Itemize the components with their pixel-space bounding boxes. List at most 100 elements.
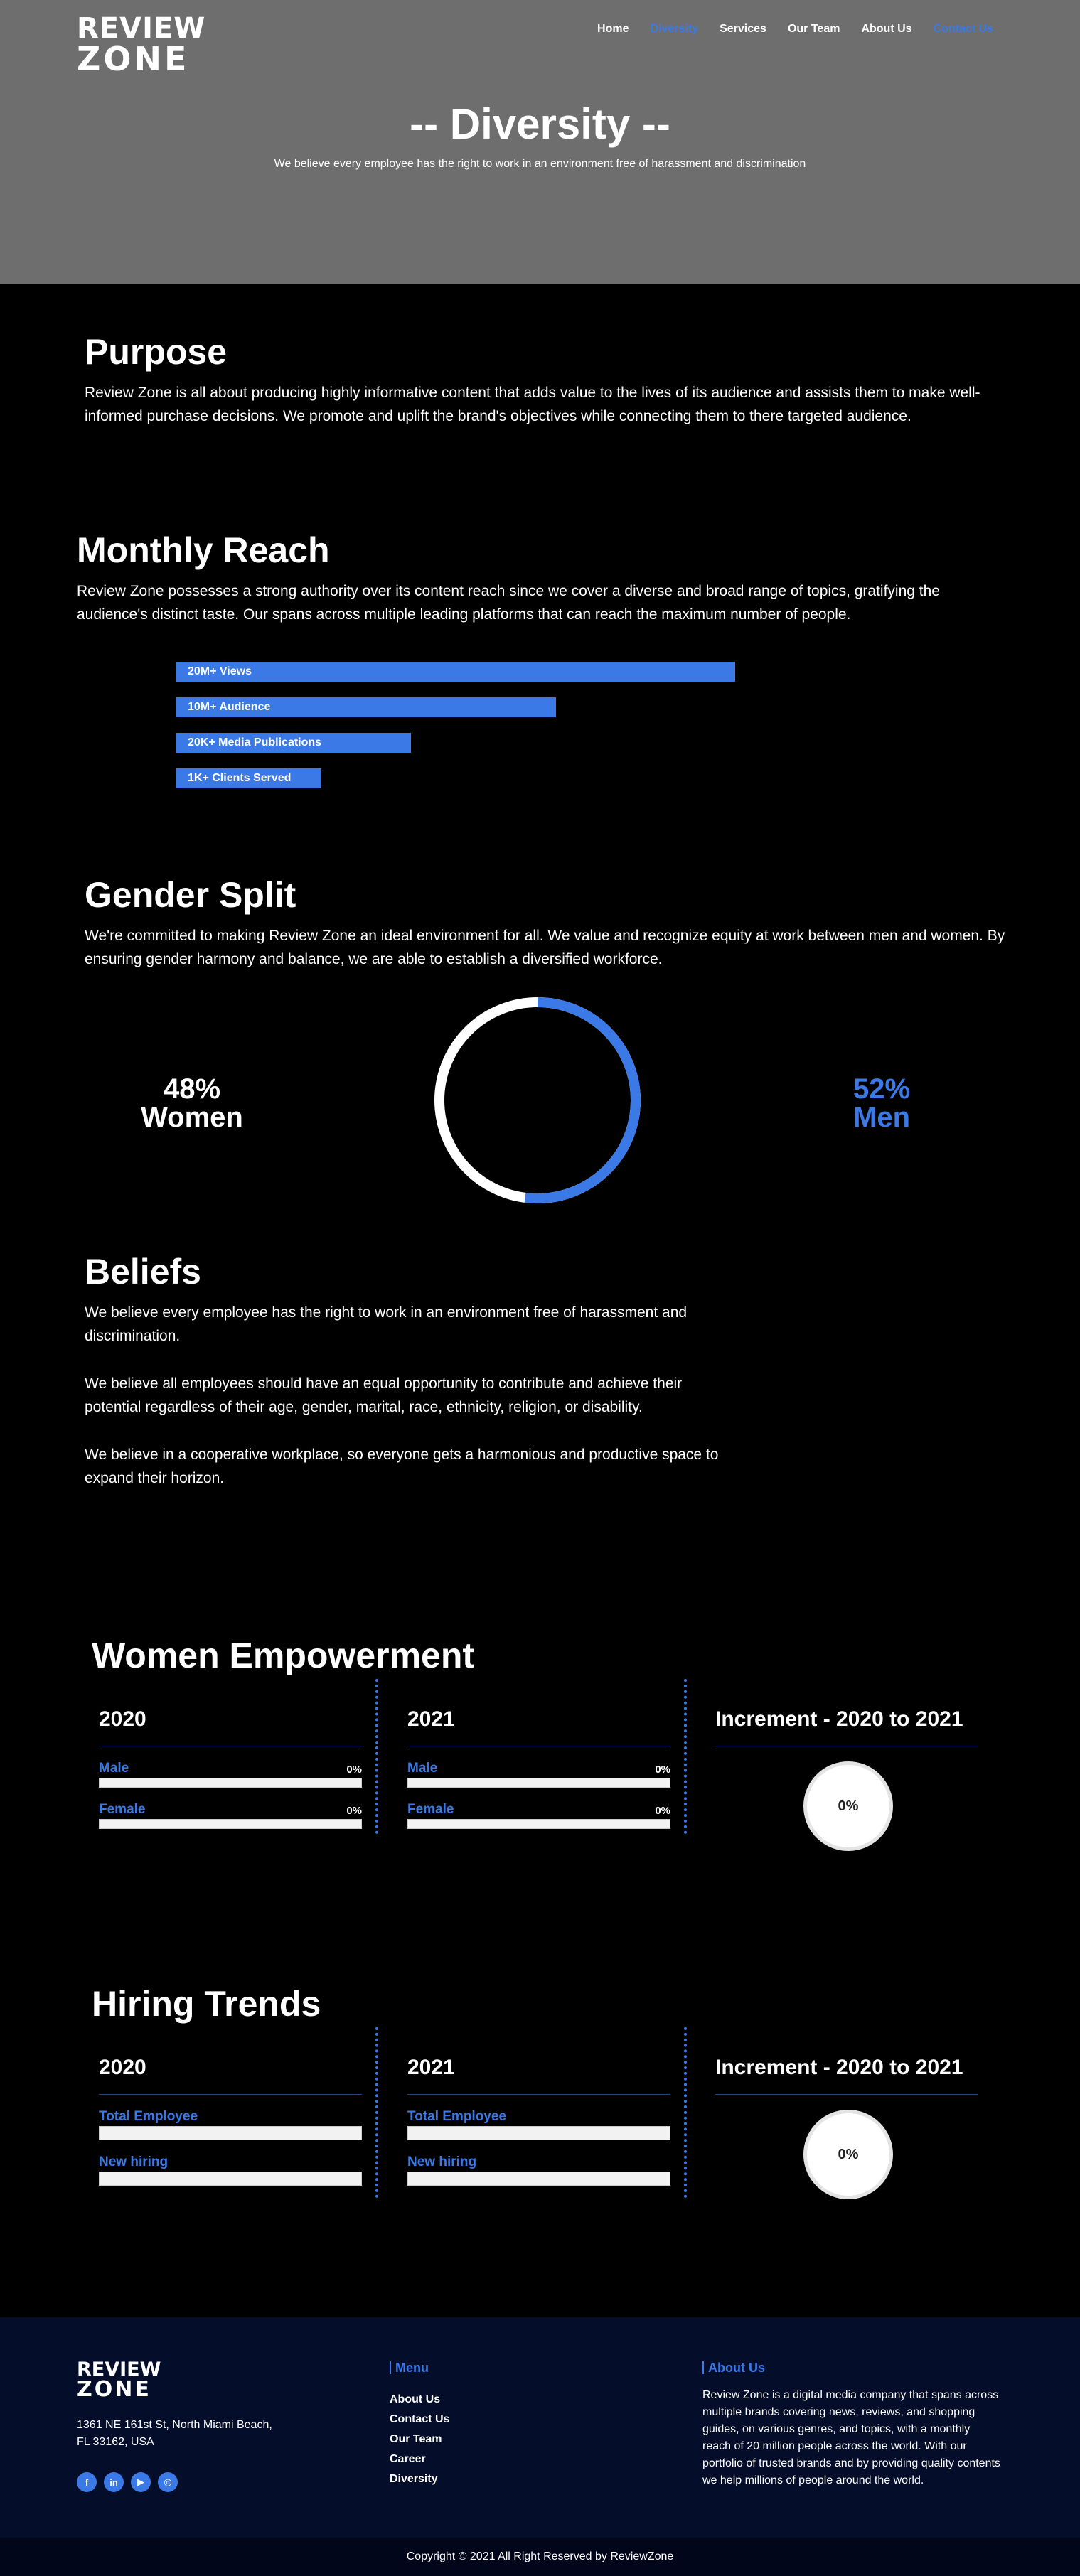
- empowerment-year-2021: 2021: [407, 1707, 670, 1746]
- reach-title: Monthly Reach: [77, 530, 330, 570]
- new-hiring-bar-2021: [407, 2172, 670, 2186]
- nav-diversity[interactable]: Diversity: [651, 23, 699, 36]
- female-label-2021: Female 0%: [407, 1802, 670, 1817]
- footer-link-contact-us[interactable]: Contact Us: [390, 2410, 449, 2430]
- men-percent: 52%: [852, 1073, 911, 1105]
- footer-logo-line2: ZONE: [77, 2377, 151, 2402]
- new-hiring-label-2021: New hiring: [407, 2154, 477, 2169]
- nav-home[interactable]: Home: [597, 23, 629, 36]
- hiring-year-2021: 2021: [407, 2056, 670, 2095]
- female-progress-2020: [99, 1819, 362, 1829]
- linkedin-icon[interactable]: in: [104, 2472, 124, 2492]
- female-progress-2021: [407, 1819, 670, 1829]
- hiring-year-2020: 2020: [99, 2056, 362, 2095]
- purpose-title: Purpose: [85, 332, 228, 372]
- footer-menu: About Us Contact Us Our Team Career Dive…: [390, 2390, 449, 2489]
- male-progress-2020: [99, 1778, 362, 1788]
- youtube-icon[interactable]: ▶: [131, 2472, 151, 2492]
- male-progress-2021: [407, 1778, 670, 1788]
- purpose-text: Review Zone is all about producing highl…: [85, 385, 980, 424]
- nav-contact-us[interactable]: Contact Us: [934, 23, 993, 36]
- main-nav: Home Diversity Services Our Team About U…: [576, 23, 993, 36]
- facebook-icon[interactable]: f: [77, 2472, 97, 2492]
- hiring-title: Hiring Trends: [92, 1984, 321, 2024]
- gender-title: Gender Split: [85, 875, 296, 915]
- column-divider: [684, 2027, 687, 2198]
- belief-item: We believe all employees should have an …: [85, 1375, 683, 1415]
- reach-bar-views: 20M+ Views: [176, 662, 735, 682]
- total-employee-bar-2021: [407, 2126, 670, 2140]
- male-pct-2020: 0%: [346, 1764, 362, 1776]
- male-label-2021: Male 0%: [407, 1761, 670, 1776]
- footer-about-text: Review Zone is a digital media company t…: [702, 2389, 1000, 2486]
- footer-link-our-team[interactable]: Our Team: [390, 2430, 449, 2449]
- hiring-increment-title: Increment - 2020 to 2021: [715, 2056, 978, 2095]
- hiring-increment: Increment - 2020 to 2021: [715, 2056, 978, 2095]
- instagram-icon[interactable]: ◎: [158, 2472, 178, 2492]
- hero-section: REVIEW ZONE Home Diversity Services Our …: [0, 0, 1080, 284]
- women-stat: 48% Women: [128, 1075, 256, 1132]
- hiring-trends-section: Hiring Trends 2020 Total Employee New hi…: [0, 1969, 1080, 2317]
- nav-our-team[interactable]: Our Team: [788, 23, 840, 36]
- column-divider: [375, 1679, 378, 1834]
- total-employee-bar-2020: [99, 2126, 362, 2140]
- men-stat: 52% Men: [818, 1075, 946, 1132]
- empowerment-col-2020: 2020 Male 0% Female 0%: [99, 1707, 362, 1829]
- reach-bar-clients: 1K+ Clients Served: [176, 768, 322, 788]
- male-label-2020: Male 0%: [99, 1761, 362, 1776]
- new-hiring-bar-2020: [99, 2172, 362, 2186]
- belief-item: We believe every employee has the right …: [85, 1304, 688, 1344]
- empowerment-increment: Increment - 2020 to 2021: [715, 1707, 978, 1746]
- footer-about-title: About Us: [702, 2361, 765, 2374]
- footer-address: 1361 NE 161st St, North Miami Beach, FL …: [77, 2419, 272, 2448]
- footer-link-about-us[interactable]: About Us: [390, 2390, 449, 2410]
- column-divider: [375, 2027, 378, 2198]
- nav-services[interactable]: Services: [720, 23, 766, 36]
- logo-line1: REVIEW: [77, 12, 206, 45]
- women-empowerment-section: Women Empowerment 2020 Male 0% Female 0% 2…: [0, 1621, 1080, 1969]
- reach-bars: 20M+ Views 10M+ Audience 20K+ Media Publ…: [176, 662, 735, 804]
- hiring-col-2020: 2020 Total Employee New hiring: [99, 2056, 362, 2186]
- logo-line2: ZONE: [77, 40, 190, 78]
- hiring-col-2021: 2021 Total Employee New hiring: [407, 2056, 670, 2186]
- total-employee-label-2020: Total Employee: [99, 2109, 198, 2124]
- footer: REVIEW ZONE 1361 NE 161st St, North Miam…: [0, 2317, 1080, 2538]
- empowerment-title: Women Empowerment: [92, 1636, 475, 1675]
- empowerment-increment-circle: 0%: [803, 1761, 893, 1851]
- reach-bar-audience: 10M+ Audience: [176, 697, 557, 717]
- page-title: -- Diversity --: [410, 100, 670, 148]
- women-label: Women: [141, 1102, 243, 1133]
- total-employee-label-2021: Total Employee: [407, 2109, 507, 2124]
- women-percent: 48%: [163, 1073, 221, 1105]
- female-pct-2021: 0%: [655, 1805, 670, 1817]
- monthly-reach-section: Monthly Reach Review Zone possesses a st…: [0, 498, 1080, 853]
- empowerment-year-2020: 2020: [99, 1707, 362, 1746]
- female-label-2020: Female 0%: [99, 1802, 362, 1817]
- footer-menu-title: Menu: [390, 2361, 429, 2374]
- purpose-section: Purpose Review Zone is all about produci…: [0, 284, 1080, 498]
- gender-text: We're committed to making Review Zone an…: [85, 928, 1005, 967]
- footer-logo[interactable]: REVIEW ZONE: [77, 2360, 161, 2400]
- reach-bar-publications: 20K+ Media Publications: [176, 733, 412, 753]
- nav-about-us[interactable]: About Us: [861, 23, 911, 36]
- gender-split-section: Gender Split We're committed to making R…: [0, 853, 1080, 1251]
- female-pct-2020: 0%: [346, 1805, 362, 1817]
- new-hiring-label-2020: New hiring: [99, 2154, 169, 2169]
- footer-link-diversity[interactable]: Diversity: [390, 2469, 449, 2489]
- belief-item: We believe in a cooperative workplace, s…: [85, 1447, 719, 1486]
- gender-ring-chart: [434, 997, 641, 1203]
- men-label: Men: [853, 1102, 910, 1133]
- brand-logo[interactable]: REVIEW ZONE: [77, 12, 206, 78]
- beliefs-title: Beliefs: [85, 1252, 201, 1292]
- hiring-increment-circle: 0%: [803, 2110, 893, 2199]
- footer-logo-line1: REVIEW: [77, 2358, 161, 2381]
- copyright-bar: Copyright © 2021 All Right Reserved by R…: [0, 2538, 1080, 2576]
- column-divider: [684, 1679, 687, 1834]
- male-pct-2021: 0%: [655, 1764, 670, 1776]
- reach-text: Review Zone possesses a strong authority…: [77, 583, 940, 623]
- social-links: f in ▶ ◎: [77, 2472, 185, 2492]
- page-subtitle: We believe every employee has the right …: [274, 158, 806, 170]
- empowerment-col-2021: 2021 Male 0% Female 0%: [407, 1707, 670, 1829]
- beliefs-section: Beliefs We believe every employee has th…: [0, 1251, 1080, 1621]
- footer-link-career[interactable]: Career: [390, 2449, 449, 2469]
